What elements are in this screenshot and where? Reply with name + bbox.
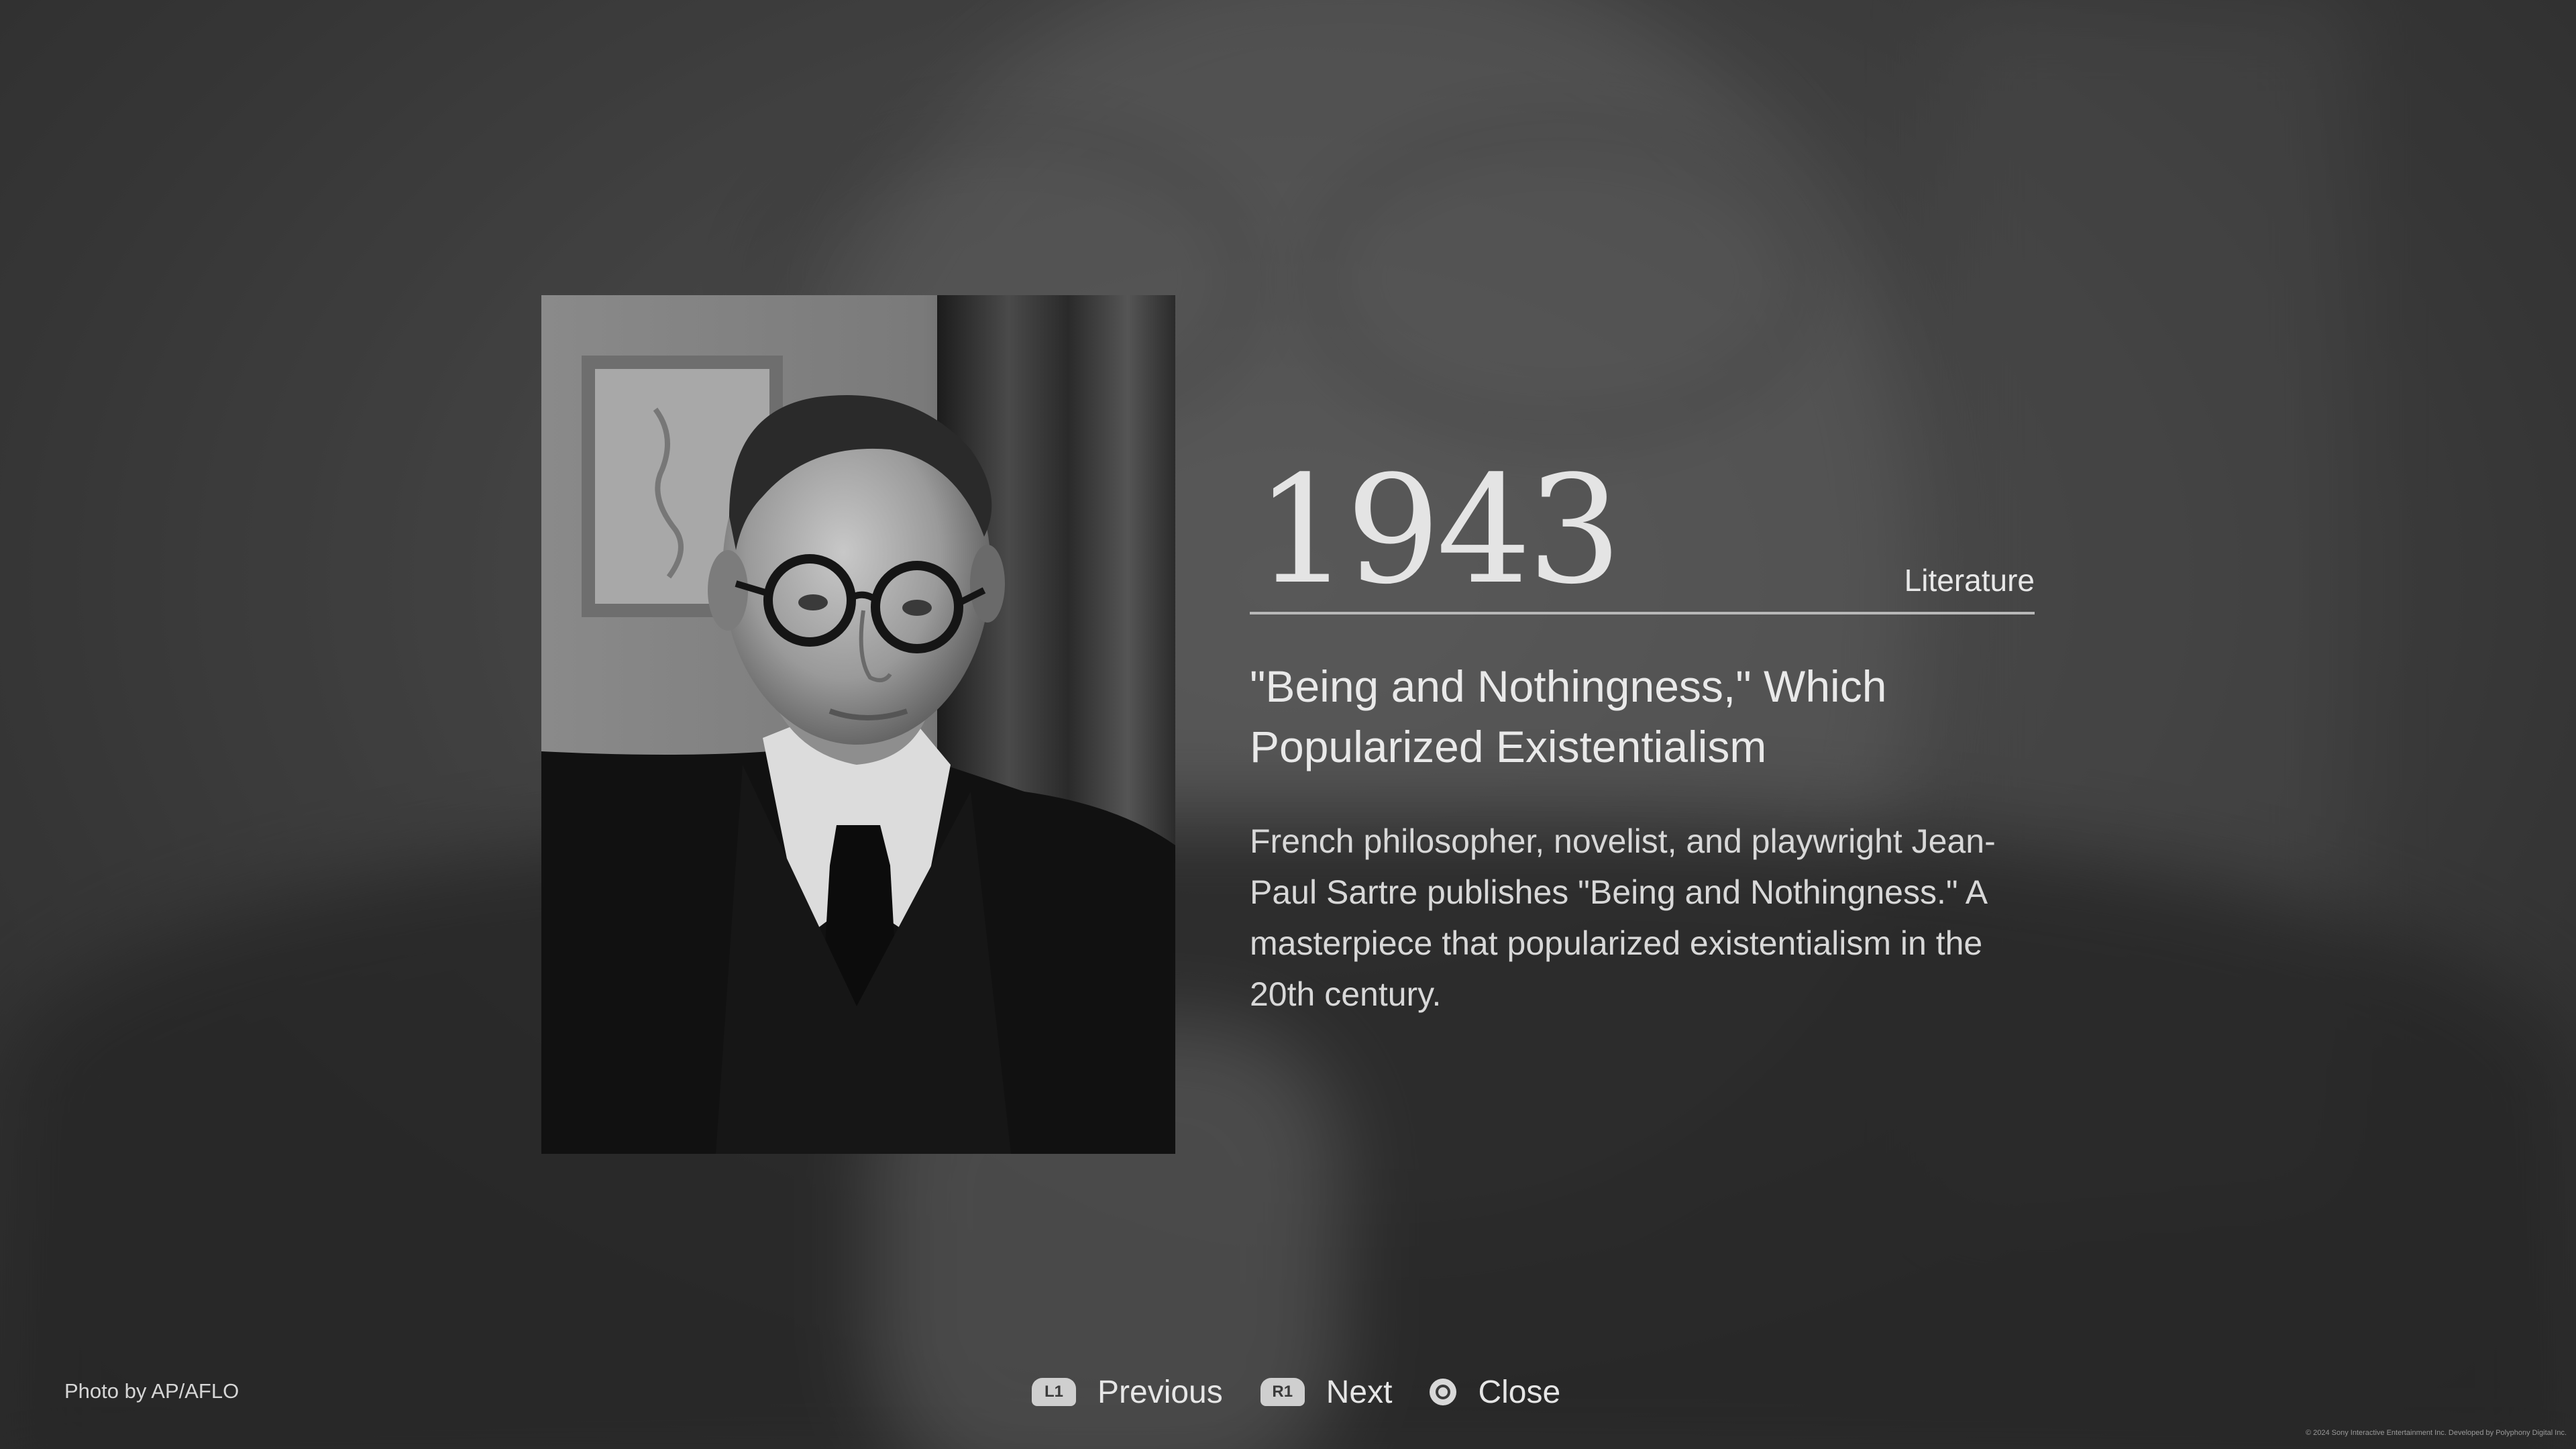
portrait-photo [541, 295, 1175, 1154]
year-header: 1943 Literature [1250, 456, 2035, 614]
photo-credit: Photo by AP/AFLO [64, 1379, 239, 1403]
entry-description: French philosopher, novelist, and playwr… [1250, 822, 1996, 1013]
next-button[interactable]: R1 Next [1260, 1374, 1393, 1411]
close-label: Close [1478, 1374, 1561, 1410]
previous-button[interactable]: L1 Previous [1032, 1374, 1223, 1411]
entry-title: "Being and Nothingness," Which Populariz… [1250, 661, 1887, 771]
museum-entry-screen: 1943 Literature "Being and Nothingness,"… [0, 0, 2576, 1449]
previous-label: Previous [1097, 1374, 1223, 1410]
close-button[interactable]: Close [1430, 1374, 1560, 1411]
navigation-bar: L1 Previous R1 Next Close [1032, 1368, 1560, 1415]
circle-button-icon [1430, 1379, 1457, 1405]
entry-category: Literature [1904, 563, 2035, 598]
r1-button-icon: R1 [1260, 1378, 1305, 1406]
entry-info-panel: 1943 Literature "Being and Nothingness,"… [1250, 456, 2035, 1020]
next-label: Next [1326, 1374, 1393, 1410]
copyright-notice: © 2024 Sony Interactive Entertainment In… [2305, 1429, 2567, 1437]
entry-year: 1943 [1255, 444, 1622, 617]
l1-button-icon: L1 [1032, 1378, 1076, 1406]
